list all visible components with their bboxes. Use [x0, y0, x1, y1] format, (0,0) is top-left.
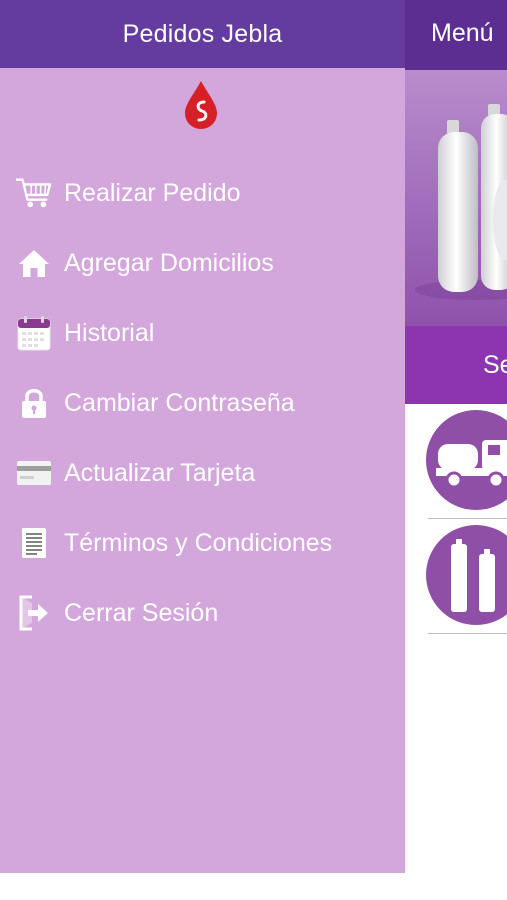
section-title: Se — [483, 351, 507, 379]
menu-item-historial[interactable]: Historial — [0, 305, 405, 361]
drop-logo-icon — [185, 81, 217, 129]
menu-item-cerrar-sesion[interactable]: Cerrar Sesión — [0, 585, 405, 641]
gas-cylinders-image — [415, 104, 507, 300]
service-item[interactable] — [405, 404, 507, 518]
menu-item-label: Historial — [64, 318, 155, 347]
drawer-title: Pedidos Jebla — [122, 19, 283, 48]
document-icon — [16, 525, 52, 561]
menu-item-label: Cerrar Sesión — [64, 598, 219, 627]
drawer-header: Pedidos Jebla — [0, 0, 405, 68]
menu-item-label: Actualizar Tarjeta — [64, 458, 256, 487]
menu-item-cambiar-contrasena[interactable]: Cambiar Contraseña — [0, 375, 405, 431]
navigation-drawer: Pedidos Jebla Realizar Pedido Agregar Do… — [0, 0, 405, 873]
credit-card-icon — [16, 455, 52, 491]
menu-item-label: Cambiar Contraseña — [64, 388, 295, 417]
menu-item-terminos-condiciones[interactable]: Términos y Condiciones — [0, 515, 405, 571]
services-section-bar: Se — [405, 326, 507, 404]
hero-banner — [405, 70, 507, 326]
divider — [428, 633, 507, 634]
menu-item-label: Agregar Domicilios — [64, 248, 274, 277]
menu-item-realizar-pedido[interactable]: Realizar Pedido — [0, 165, 405, 221]
page-title: Menú — [431, 19, 494, 47]
menu-item-label: Realizar Pedido — [64, 178, 241, 207]
calendar-icon — [16, 315, 52, 351]
menu-item-agregar-domicilios[interactable]: Agregar Domicilios — [0, 235, 405, 291]
service-item[interactable] — [405, 519, 507, 633]
logout-icon — [16, 595, 52, 631]
home-icon — [16, 245, 52, 281]
gas-cylinder-icon — [426, 525, 507, 625]
menu-item-label: Términos y Condiciones — [64, 528, 333, 557]
lock-icon — [16, 385, 52, 421]
cart-icon — [16, 175, 52, 211]
main-header: Menú — [405, 0, 507, 70]
menu-item-actualizar-tarjeta[interactable]: Actualizar Tarjeta — [0, 445, 405, 501]
truck-icon — [426, 410, 507, 510]
